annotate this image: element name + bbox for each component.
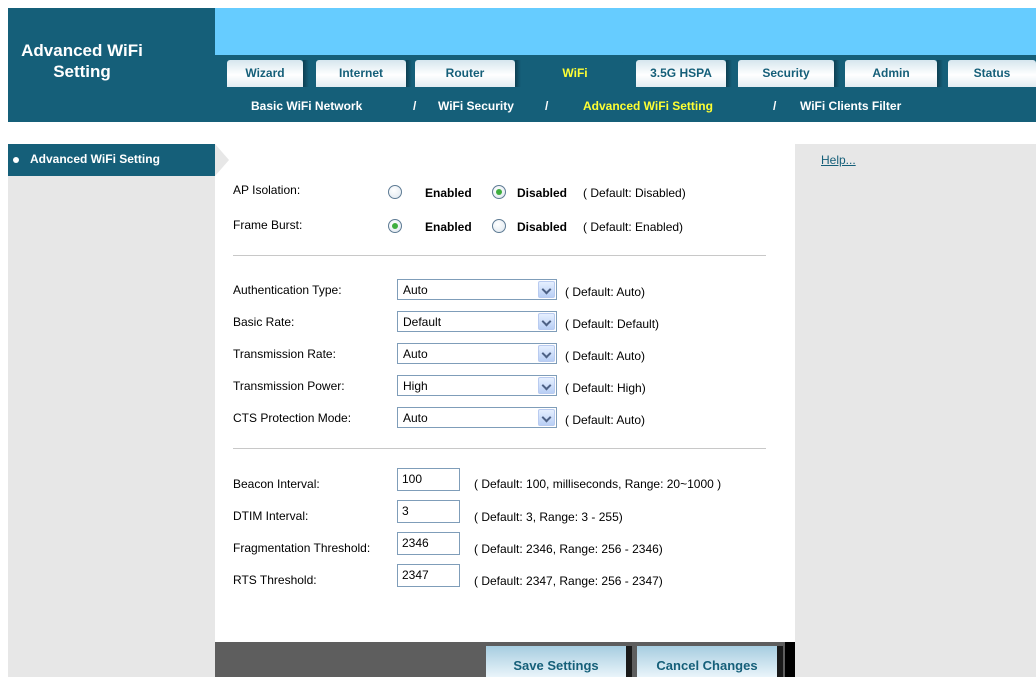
basic-rate-select[interactable]: Default	[397, 311, 557, 332]
chevron-down-icon[interactable]	[538, 281, 555, 298]
frame-burst-disabled-label: Disabled	[517, 220, 568, 234]
ap-isolation-disabled-label: Disabled	[517, 186, 568, 200]
cancel-changes-button[interactable]: Cancel Changes	[637, 642, 777, 677]
tab-label: WiFi	[562, 66, 588, 80]
tab-3-5g-hspa[interactable]: 3.5G HSPA	[636, 60, 732, 87]
tab-shadow	[937, 60, 943, 87]
page-title-box: Advanced WiFi Setting	[8, 8, 215, 122]
sub-navigation: Basic WiFi Network / WiFi Security / Adv…	[215, 89, 1036, 122]
tab-internet[interactable]: Internet	[316, 60, 412, 87]
tab-label: 3.5G HSPA	[650, 66, 712, 80]
tab-label: Internet	[338, 66, 383, 80]
dtim-interval-hint: ( Default: 3, Range: 3 - 255)	[474, 510, 623, 524]
subnav-wifi-security[interactable]: WiFi Security	[438, 99, 514, 113]
transmission-power-select[interactable]: High	[397, 375, 557, 396]
ap-isolation-disabled-radio[interactable]	[492, 185, 506, 199]
tab-label: Wizard	[245, 66, 285, 80]
frame-burst-hint: ( Default: Enabled)	[583, 220, 684, 234]
ap-isolation-enabled-label: Enabled	[425, 186, 472, 200]
cts-protection-mode-hint: ( Default: Auto)	[565, 413, 646, 427]
content-notch	[215, 144, 229, 176]
ap-isolation-label: AP Isolation:	[233, 183, 301, 197]
beacon-interval-label: Beacon Interval:	[233, 477, 320, 491]
chevron-down-icon[interactable]	[538, 409, 555, 426]
tab-router[interactable]: Router	[415, 60, 521, 87]
main-content	[215, 132, 795, 677]
authentication-type-label: Authentication Type:	[233, 283, 342, 297]
frame-burst-label: Frame Burst:	[233, 218, 303, 232]
subnav-separator: /	[773, 99, 777, 113]
button-shadow	[626, 646, 632, 677]
tab-shadow	[726, 60, 732, 87]
help-panel-top	[795, 132, 1036, 144]
sidebar	[8, 144, 215, 677]
tab-status[interactable]: Status	[948, 60, 1036, 87]
tab-security[interactable]: Security	[738, 60, 840, 87]
subnav-basic-wifi-network[interactable]: Basic WiFi Network	[251, 99, 362, 113]
transmission-power-label: Transmission Power:	[233, 379, 345, 393]
select-value: High	[403, 379, 428, 393]
beacon-interval-hint: ( Default: 100, milliseconds, Range: 20~…	[474, 477, 722, 491]
tab-shadow	[834, 60, 840, 87]
frame-burst-enabled-label: Enabled	[425, 220, 472, 234]
transmission-rate-label: Transmission Rate:	[233, 347, 336, 361]
rts-threshold-label: RTS Threshold:	[233, 573, 317, 587]
subnav-advanced-wifi-setting[interactable]: Advanced WiFi Setting	[583, 99, 713, 113]
tab-label: Router	[445, 66, 485, 80]
subnav-separator: /	[545, 99, 549, 113]
select-value: Auto	[403, 411, 428, 425]
subnav-wifi-clients-filter[interactable]: WiFi Clients Filter	[800, 99, 901, 113]
frame-burst-disabled-radio[interactable]	[492, 219, 506, 233]
subnav-separator: /	[413, 99, 417, 113]
tab-shadow	[515, 60, 521, 87]
tab-admin[interactable]: Admin	[845, 60, 943, 87]
select-value: Default	[403, 315, 442, 329]
authentication-type-hint: ( Default: Auto)	[565, 285, 646, 299]
sidebar-item-advanced-wifi-setting[interactable]: Advanced WiFi Setting	[8, 144, 215, 176]
transmission-rate-hint: ( Default: Auto)	[565, 349, 646, 363]
ap-isolation-enabled-radio[interactable]	[388, 185, 402, 199]
bullet-icon	[13, 157, 19, 163]
section-divider	[233, 448, 766, 449]
cts-protection-mode-select[interactable]: Auto	[397, 407, 557, 428]
tab-wifi[interactable]: WiFi	[527, 60, 623, 87]
ap-isolation-hint: ( Default: Disabled)	[583, 186, 686, 200]
dtim-interval-label: DTIM Interval:	[233, 509, 309, 523]
transmission-rate-select[interactable]: Auto	[397, 343, 557, 364]
rts-threshold-input[interactable]: 2347	[397, 564, 460, 587]
tab-label: Admin	[872, 66, 910, 80]
button-shadow	[777, 646, 783, 677]
sidebar-item-label: Advanced WiFi Setting	[30, 152, 160, 166]
sidebar-spacer	[8, 122, 215, 144]
tab-label: Status	[973, 66, 1011, 80]
tab-wizard[interactable]: Wizard	[227, 60, 309, 87]
select-value: Auto	[403, 283, 428, 297]
select-value: Auto	[403, 347, 428, 361]
dtim-interval-input[interactable]: 3	[397, 500, 460, 523]
beacon-interval-input[interactable]: 100	[397, 468, 460, 491]
page-title: Advanced WiFi Setting	[21, 41, 143, 81]
fragmentation-threshold-hint: ( Default: 2346, Range: 256 - 2346)	[474, 542, 663, 556]
save-settings-button[interactable]: Save Settings	[486, 642, 626, 677]
chevron-down-icon[interactable]	[538, 313, 555, 330]
fragmentation-threshold-input[interactable]: 2346	[397, 532, 460, 555]
section-divider	[233, 255, 766, 256]
cts-protection-mode-label: CTS Protection Mode:	[233, 411, 352, 425]
authentication-type-select[interactable]: Auto	[397, 279, 557, 300]
basic-rate-hint: ( Default: Default)	[565, 317, 660, 331]
fragmentation-threshold-label: Fragmentation Threshold:	[233, 541, 371, 555]
help-link[interactable]: Help...	[821, 153, 856, 167]
tab-label: Security	[762, 66, 810, 80]
rts-threshold-hint: ( Default: 2347, Range: 256 - 2347)	[474, 574, 663, 588]
help-panel	[795, 144, 1036, 677]
frame-burst-enabled-radio[interactable]	[388, 219, 402, 233]
main-tabs: Wizard Internet Router WiFi 3.5G HSPA Se…	[215, 55, 1036, 89]
footer-edge	[785, 642, 795, 677]
chevron-down-icon[interactable]	[538, 345, 555, 362]
chevron-down-icon[interactable]	[538, 377, 555, 394]
tab-shadow	[303, 60, 309, 87]
basic-rate-label: Basic Rate:	[233, 315, 295, 329]
tab-shadow	[406, 60, 412, 87]
transmission-power-hint: ( Default: High)	[565, 381, 646, 395]
